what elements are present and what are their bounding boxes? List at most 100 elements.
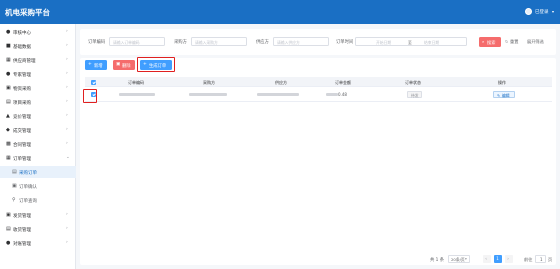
clipboard-icon: ▤	[6, 98, 11, 105]
sidebar-item-deal[interactable]: ◆ 成交管理 ›	[0, 124, 76, 136]
select-all-checkbox[interactable]	[91, 79, 96, 85]
sidebar-item-contract[interactable]: ▩ 合同管理 ›	[0, 138, 76, 150]
column-header-seller: 供应方	[275, 80, 287, 85]
chevron-right-icon: ›	[66, 43, 68, 48]
reset-icon[interactable]: ↻	[505, 39, 508, 44]
chevron-right-icon: ›	[66, 57, 68, 62]
highlight-box-create-order	[137, 57, 175, 72]
sidebar-item-label: 订单管理	[13, 156, 31, 162]
chevron-right-icon: ›	[66, 85, 68, 90]
sidebar-item-reconciliation[interactable]: ● 对账管理 ›	[0, 237, 76, 249]
chevron-right-icon: ›	[66, 212, 68, 217]
user-name[interactable]: 已登录	[535, 9, 549, 15]
prev-page-button[interactable]: ‹	[483, 254, 491, 263]
sidebar-item-base-data[interactable]: ■ 基础数据 ›	[0, 40, 76, 52]
truck-icon: ▣	[6, 211, 11, 218]
row-edit-label: 编辑	[502, 92, 510, 98]
sidebar-item-label: 收货管理	[13, 227, 31, 233]
reset-link[interactable]: 重置	[510, 39, 518, 45]
contract-icon: ▩	[6, 140, 11, 147]
page-number: 1	[496, 256, 499, 262]
chevron-left-icon: ‹	[485, 256, 487, 262]
status-badge: 待发	[407, 90, 422, 98]
sidebar-item-label: 对账管理	[13, 241, 31, 247]
chevron-right-icon: ›	[66, 226, 68, 231]
filter-bar: 订单编码 请输入订单编码 采购方 请输入采购方 供应方 请输入供应方 订单时间 …	[80, 29, 556, 55]
delete-button-label: 删除	[122, 63, 131, 69]
seller-input[interactable]: 请输入供应方	[273, 37, 329, 46]
pagination: 共 1 条 20条/页 ▾ ‹ 1 › 前往 1 页	[80, 254, 556, 264]
sidebar-item-label: 专家管理	[13, 72, 31, 78]
sidebar-item-label: 订单确认	[19, 184, 37, 190]
buyer-input[interactable]: 请输入采购方	[191, 37, 247, 46]
sidebar-item-material-purchase[interactable]: ▣ 物资采购 ›	[0, 82, 76, 94]
sidebar-item-audit-center[interactable]: ● 审核中心 ›	[0, 26, 76, 38]
chevron-right-icon: ›	[66, 99, 68, 104]
delete-button[interactable]: ▣ 删除	[113, 60, 135, 70]
sidebar-item-label: 供应商管理	[13, 58, 36, 64]
end-date-placeholder: 结束日期	[424, 40, 440, 45]
sidebar-item-label: 审核中心	[13, 30, 31, 36]
chevron-down-icon[interactable]: ▾	[552, 9, 554, 14]
next-page-button[interactable]: ›	[505, 254, 513, 263]
chevron-right-icon: ›	[66, 141, 68, 146]
search-button-label: 搜索	[487, 39, 496, 45]
sidebar-item-purchase-order[interactable]: ▤ 采购订单	[0, 166, 76, 178]
sidebar-item-receiving[interactable]: ▤ 收货管理 ›	[0, 223, 76, 235]
seller-label: 供应方	[256, 40, 269, 45]
redacted-order-no	[119, 93, 155, 96]
chevron-right-icon: ›	[66, 127, 68, 132]
money-icon: ●	[6, 239, 11, 246]
table-row[interactable]: 0.48 待发 ✎ 编辑	[85, 87, 552, 102]
sidebar-item-expert[interactable]: ● 专家管理 ›	[0, 68, 76, 80]
sidebar-item-label: 合同管理	[13, 142, 31, 148]
goto-page-input[interactable]: 1	[535, 254, 546, 263]
sidebar-item-bidding[interactable]: ▲ 竞价管理 ›	[0, 110, 76, 122]
order-no-input[interactable]: 请输入订单编码	[109, 37, 165, 46]
store-icon: ▦	[6, 56, 11, 63]
seller-placeholder: 请输入供应方	[277, 40, 300, 45]
column-header-actions: 操作	[498, 80, 506, 85]
sidebar-item-order-confirm[interactable]: ▣ 订单确认	[0, 180, 76, 192]
confirm-icon: ▣	[12, 182, 17, 189]
add-button[interactable]: + 新增	[85, 60, 107, 70]
sidebar-item-supplier[interactable]: ▦ 供应商管理 ›	[0, 54, 76, 66]
pagination-total: 共 1 条	[430, 257, 445, 263]
sidebar-item-project-purchase[interactable]: ▤ 项目采购 ›	[0, 96, 76, 108]
order-no-placeholder: 请输入订单编码	[113, 40, 140, 45]
sidebar: ● 审核中心 › ■ 基础数据 › ▦ 供应商管理 › ● 专家管理 › ▣ 物…	[0, 24, 76, 269]
row-edit-button[interactable]: ✎ 编辑	[493, 90, 515, 98]
sidebar-item-shipping[interactable]: ▣ 发货管理 ›	[0, 209, 76, 221]
page-size-select[interactable]: 20条/页 ▾	[448, 254, 470, 263]
chevron-right-icon: ›	[66, 71, 68, 76]
list-icon: ▤	[12, 168, 17, 175]
buyer-label: 采购方	[174, 40, 187, 45]
range-separator: 至	[408, 40, 412, 45]
redacted-buyer	[189, 93, 227, 96]
start-date-placeholder: 开始日期	[376, 40, 392, 45]
order-amount: 0.48	[338, 92, 347, 97]
sidebar-item-label: 发货管理	[13, 213, 31, 219]
table-header: 订单编码 采购方 供应方 订单金额 订单状态 操作	[85, 77, 552, 87]
chevron-down-icon: ▾	[465, 256, 467, 261]
column-header-buyer: 采购方	[203, 80, 215, 85]
expand-filter-link[interactable]: 展开筛选	[527, 39, 544, 45]
bidding-icon: ▲	[6, 112, 10, 119]
goto-page-value: 1	[540, 257, 543, 263]
user-avatar[interactable]	[525, 8, 532, 15]
deal-icon: ◆	[6, 126, 10, 133]
redacted-seller	[257, 93, 299, 96]
sidebar-item-order-query[interactable]: ⚲ 订单查询	[0, 194, 76, 206]
page-number-button[interactable]: 1	[494, 254, 502, 263]
sidebar-item-label: 物资采购	[13, 86, 31, 92]
column-header-amount: 订单金额	[335, 80, 351, 85]
status-text: 待发	[411, 92, 419, 98]
column-header-order-no: 订单编码	[128, 80, 144, 85]
sidebar-item-label: 订单查询	[19, 198, 37, 204]
search-icon: ⚲	[12, 196, 16, 203]
highlight-box-row-checkbox	[83, 89, 97, 103]
date-range-picker[interactable]: 开始日期 至 结束日期	[355, 37, 467, 46]
sidebar-item-order-management[interactable]: ▦ 订单管理 ⌄	[0, 152, 76, 164]
chevron-right-icon: ›	[66, 240, 68, 245]
search-button[interactable]: ⌕ 搜索	[479, 37, 501, 47]
